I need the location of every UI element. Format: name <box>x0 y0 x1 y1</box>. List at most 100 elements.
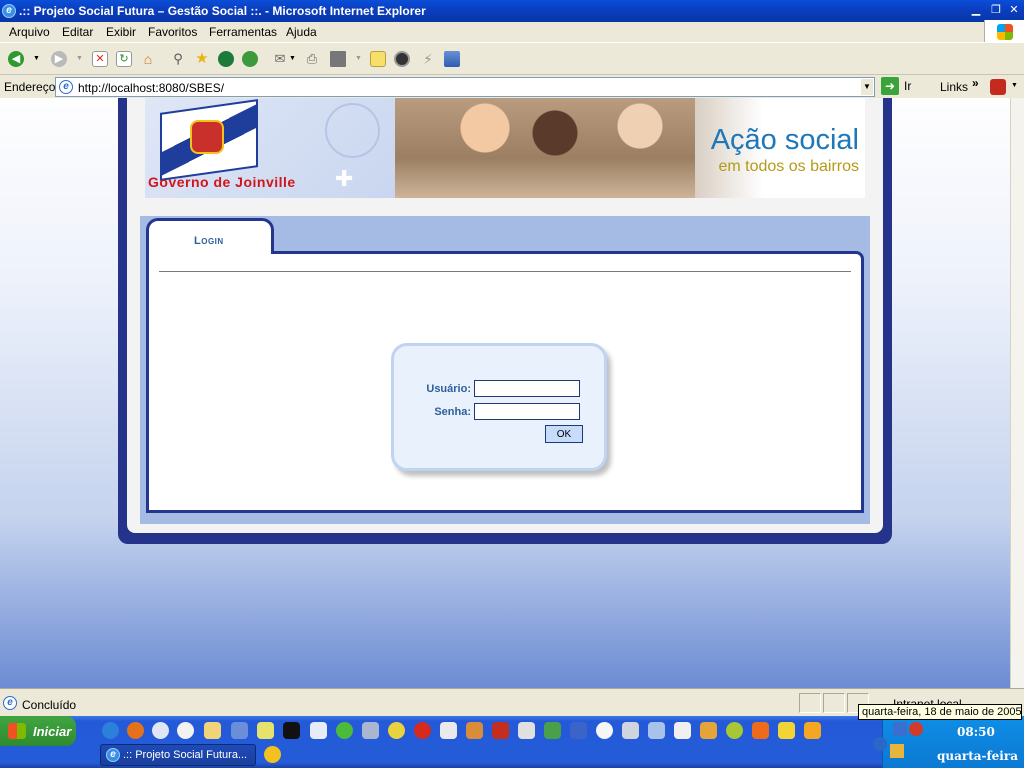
quicklaunch-app-icon[interactable] <box>648 722 665 739</box>
menu-bar: Arquivo Editar Exibir Favoritos Ferramen… <box>0 22 1024 42</box>
restore-button[interactable]: ❐ <box>988 3 1004 17</box>
quicklaunch-app-icon[interactable] <box>804 722 821 739</box>
quicklaunch-app-icon[interactable] <box>414 722 431 739</box>
address-url: http://localhost:8080/SBES/ <box>78 81 225 95</box>
mail-dropdown-icon[interactable]: ▼ <box>289 51 297 67</box>
tray-app-icon[interactable] <box>890 744 904 758</box>
password-input[interactable] <box>474 403 580 420</box>
quicklaunch-firefox-icon[interactable] <box>127 722 144 739</box>
lightning-icon[interactable]: ⚡ <box>420 51 436 67</box>
quicklaunch-media-icon[interactable] <box>177 722 194 739</box>
quicklaunch-app-icon[interactable] <box>544 722 561 739</box>
edit-icon[interactable] <box>330 51 346 67</box>
tray-globe-icon[interactable] <box>873 737 887 751</box>
messenger-icon[interactable] <box>394 51 410 67</box>
edit-dropdown-icon[interactable]: ▼ <box>355 51 363 67</box>
quicklaunch-app-icon[interactable] <box>596 722 613 739</box>
search-icon[interactable]: ⚲ <box>170 51 186 67</box>
quicklaunch-app-icon[interactable] <box>336 722 353 739</box>
media-icon[interactable] <box>218 51 234 67</box>
pass-label: Senha: <box>434 406 471 418</box>
quicklaunch-app-icon[interactable] <box>570 722 587 739</box>
stop-icon[interactable]: ✕ <box>92 51 108 67</box>
login-box: Usuário: Senha: OK <box>391 343 607 471</box>
quicklaunch-app-icon[interactable] <box>152 722 169 739</box>
minimize-button[interactable]: ▁ <box>968 3 984 17</box>
menu-ajuda[interactable]: Ajuda <box>286 25 317 39</box>
quicklaunch-app-icon[interactable] <box>622 722 639 739</box>
research-icon[interactable] <box>444 51 460 67</box>
pdf-dropdown-icon[interactable]: ▼ <box>1011 82 1018 89</box>
quicklaunch-app-icon[interactable] <box>362 722 379 739</box>
page-icon: e <box>59 80 73 94</box>
status-page-icon: e <box>3 696 17 710</box>
links-label[interactable]: Links <box>940 80 968 94</box>
title-bar: e .:: Projeto Social Futura – Gestão Soc… <box>0 0 1024 22</box>
user-label: Usuário: <box>426 383 471 395</box>
ok-button[interactable]: OK <box>545 425 583 443</box>
note-icon[interactable] <box>370 51 386 67</box>
go-arrow-icon: ➜ <box>881 77 899 95</box>
address-dropdown-icon[interactable]: ▼ <box>861 79 873 95</box>
links-chevron-icon[interactable]: » <box>972 76 979 90</box>
header-logo-area: ✚ Governo de Joinville <box>145 98 395 198</box>
forward-icon[interactable]: ▶ <box>51 51 67 67</box>
system-tray: 08:50 quarta-feira <box>873 716 1024 768</box>
forward-dropdown-icon[interactable]: ▼ <box>76 51 84 67</box>
menu-exibir[interactable]: Exibir <box>106 25 136 39</box>
quicklaunch-app-icon[interactable] <box>752 722 769 739</box>
start-button[interactable]: Iniciar <box>0 716 76 746</box>
close-button[interactable]: ✕ <box>1006 3 1022 17</box>
home-icon[interactable]: ⌂ <box>140 51 156 67</box>
mail-icon[interactable]: ✉ <box>272 51 288 67</box>
back-dropdown-icon[interactable]: ▼ <box>33 51 41 67</box>
address-bar: Endereço e http://localhost:8080/SBES/ ▼… <box>0 74 1024 98</box>
status-panel <box>823 693 845 713</box>
menu-ferramentas[interactable]: Ferramentas <box>209 25 277 39</box>
quicklaunch-app-icon[interactable] <box>440 722 457 739</box>
header-slogan: Ação social em todos os bairros <box>695 98 865 198</box>
pdf-icon[interactable] <box>990 79 1006 95</box>
divider <box>159 271 851 272</box>
quicklaunch-app-icon[interactable] <box>778 722 795 739</box>
windows-logo-icon <box>984 20 1024 44</box>
taskbar-app-icon[interactable] <box>264 746 281 763</box>
user-input[interactable] <box>474 380 580 397</box>
taskbar-window-button[interactable]: e .:: Projeto Social Futura... <box>100 744 256 766</box>
address-input[interactable]: e http://localhost:8080/SBES/ ▼ <box>55 77 875 97</box>
date-tooltip: quarta-feira, 18 de maio de 2005 <box>858 704 1022 720</box>
clock[interactable]: 08:50 <box>957 725 995 739</box>
go-button[interactable]: ➜ Ir <box>881 77 921 95</box>
quicklaunch-ie-icon[interactable] <box>102 722 119 739</box>
quicklaunch-sql-icon[interactable] <box>518 722 535 739</box>
menu-favoritos[interactable]: Favoritos <box>148 25 197 39</box>
menu-editar[interactable]: Editar <box>62 25 93 39</box>
quicklaunch-folder-icon[interactable] <box>204 722 221 739</box>
day-label: quarta-feira <box>937 749 1018 763</box>
quicklaunch-app-icon[interactable] <box>726 722 743 739</box>
tray-network-icon[interactable] <box>893 722 907 736</box>
menu-arquivo[interactable]: Arquivo <box>9 25 50 39</box>
history-icon[interactable] <box>242 51 258 67</box>
quicklaunch-cmd-icon[interactable] <box>283 722 300 739</box>
favorites-icon[interactable]: ★ <box>194 51 210 67</box>
tray-app-icon[interactable] <box>909 722 923 736</box>
print-icon[interactable]: ⎙ <box>304 51 320 67</box>
quicklaunch-doc-icon[interactable] <box>310 722 327 739</box>
quicklaunch-app-icon[interactable] <box>492 722 509 739</box>
status-text: Concluído <box>22 698 77 712</box>
go-label: Ir <box>904 79 912 93</box>
gov-text: Governo de Joinville <box>148 174 296 190</box>
quicklaunch-app-icon[interactable] <box>257 722 274 739</box>
start-label: Iniciar <box>33 724 72 739</box>
quicklaunch-app-icon[interactable] <box>388 722 405 739</box>
quicklaunch-app-icon[interactable] <box>674 722 691 739</box>
back-icon[interactable]: ◀ <box>8 51 24 67</box>
vertical-scrollbar[interactable] <box>1010 98 1024 688</box>
quicklaunch-app-icon[interactable] <box>466 722 483 739</box>
quicklaunch-app-icon[interactable] <box>700 722 717 739</box>
quicklaunch-app-icon[interactable] <box>231 722 248 739</box>
refresh-icon[interactable]: ↻ <box>116 51 132 67</box>
children-photo <box>395 98 695 198</box>
slogan-title: Ação social <box>710 124 859 156</box>
